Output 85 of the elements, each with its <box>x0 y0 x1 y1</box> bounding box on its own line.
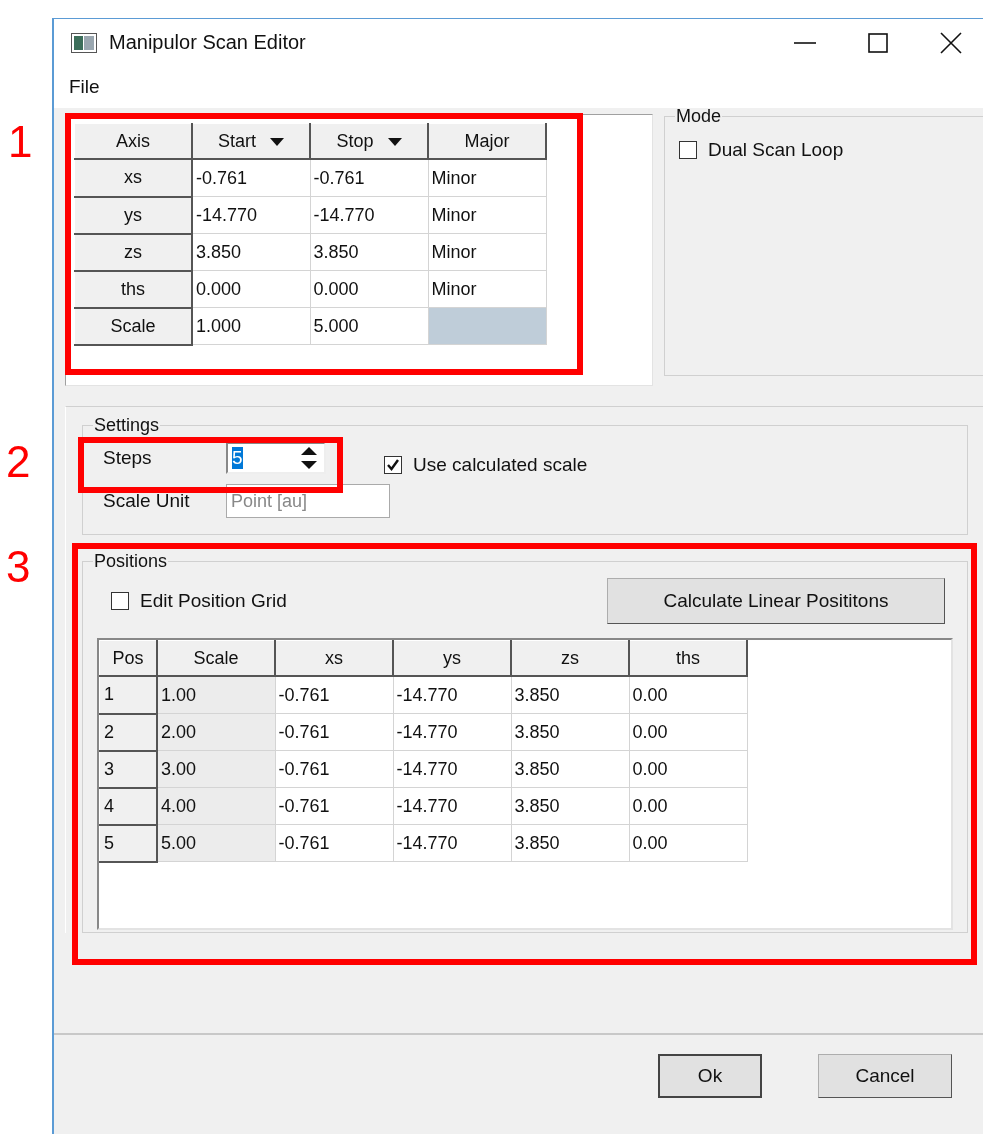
table-cell: 0.000 <box>192 270 310 308</box>
table-cell: -14.770 <box>393 787 511 825</box>
table-cell: 4.00 <box>157 787 275 825</box>
annotation-number: 3 <box>6 545 31 589</box>
app-icon <box>71 32 97 53</box>
table-cell: -14.770 <box>310 196 428 234</box>
steps-spinner[interactable]: 5 <box>226 442 326 474</box>
group-title: Positions <box>93 551 169 572</box>
table-cell: 3.850 <box>310 233 428 271</box>
dialog-button[interactable]: Ok <box>658 1054 762 1098</box>
table-cell: 0.00 <box>629 713 747 751</box>
table-cell: 1.000 <box>192 307 310 345</box>
row-header[interactable]: ys <box>74 196 192 234</box>
table-cell: 3.00 <box>157 750 275 788</box>
table-cell: 0.000 <box>310 270 428 308</box>
table-cell: 0.00 <box>629 787 747 825</box>
row-header[interactable]: 4 <box>99 787 157 825</box>
group-title: Settings <box>93 415 161 436</box>
spinner-value: 5 <box>232 447 243 469</box>
row-header[interactable]: 5 <box>99 824 157 862</box>
row-header[interactable]: 1 <box>99 676 157 714</box>
table-cell: 5.00 <box>157 824 275 862</box>
table-cell: -14.770 <box>393 824 511 862</box>
checkbox[interactable] <box>384 456 402 474</box>
table-cell: 3.850 <box>511 713 629 751</box>
column-header[interactable]: ths <box>629 640 747 676</box>
dropdown-arrow-icon <box>270 137 284 146</box>
row-header[interactable]: 2 <box>99 713 157 751</box>
table-cell: -0.761 <box>275 676 393 714</box>
maximize-icon[interactable] <box>868 32 888 53</box>
table-cell: 1.00 <box>157 676 275 714</box>
field-label: Scale Unit <box>102 490 191 512</box>
field-label: Steps <box>102 447 153 469</box>
column-header[interactable]: zs <box>511 640 629 676</box>
table-cell: -14.770 <box>393 750 511 788</box>
row-header[interactable]: xs <box>74 159 192 197</box>
column-header[interactable]: Stop <box>310 123 428 159</box>
window-title: Manipulor Scan Editor <box>109 31 306 54</box>
annotation-number: 2 <box>6 440 31 484</box>
table-cell: -0.761 <box>192 159 310 197</box>
table-cell: 3.850 <box>192 233 310 271</box>
column-header[interactable]: Pos <box>99 640 157 676</box>
table-cell: 0.00 <box>629 750 747 788</box>
table-cell: 2.00 <box>157 713 275 751</box>
row-header[interactable]: Scale <box>74 307 192 345</box>
dropdown-arrow-icon <box>387 137 402 146</box>
row-header[interactable]: ths <box>74 270 192 308</box>
column-header[interactable]: Major <box>428 123 546 159</box>
column-header[interactable]: Start <box>192 123 310 159</box>
group-title: Mode <box>675 106 723 127</box>
row-header[interactable]: 3 <box>99 750 157 788</box>
table-cell: 5.000 <box>310 307 428 345</box>
checkbox-label: Use calculated scale <box>413 454 588 476</box>
table-cell: -14.770 <box>393 713 511 751</box>
table-cell: 3.850 <box>511 787 629 825</box>
table-cell: -14.770 <box>393 676 511 714</box>
checkbox[interactable] <box>679 141 697 159</box>
table-cell: -14.770 <box>192 196 310 234</box>
column-header[interactable]: xs <box>275 640 393 676</box>
checkbox-label: Edit Position Grid <box>140 590 287 612</box>
table-cell: -0.761 <box>275 750 393 788</box>
table-cell: 3.850 <box>511 750 629 788</box>
table-cell: -0.761 <box>275 824 393 862</box>
annotation-number: 1 <box>8 120 33 164</box>
table-cell: Minor <box>428 270 546 308</box>
column-header[interactable]: ys <box>393 640 511 676</box>
table-cell: 0.00 <box>629 824 747 862</box>
table-cell: Minor <box>428 196 546 234</box>
column-header[interactable]: Axis <box>74 123 192 159</box>
column-header[interactable]: Scale <box>157 640 275 676</box>
checkbox-label: Dual Scan Loop <box>708 139 844 161</box>
table-cell: 3.850 <box>511 824 629 862</box>
dialog-button[interactable]: Cancel <box>818 1054 952 1098</box>
menu-item[interactable]: File <box>69 76 100 98</box>
table-cell: -0.761 <box>310 159 428 197</box>
table-cell: 0.00 <box>629 676 747 714</box>
table-cell: Minor <box>428 233 546 271</box>
checkbox[interactable] <box>111 592 129 610</box>
close-icon[interactable] <box>940 31 962 54</box>
row-header[interactable]: zs <box>74 233 192 271</box>
table-cell: -0.761 <box>275 713 393 751</box>
table-cell: Minor <box>428 159 546 197</box>
calculate-button[interactable]: Calculate Linear Posititons <box>607 578 945 624</box>
table-cell: -0.761 <box>275 787 393 825</box>
table-cell: 3.850 <box>511 676 629 714</box>
